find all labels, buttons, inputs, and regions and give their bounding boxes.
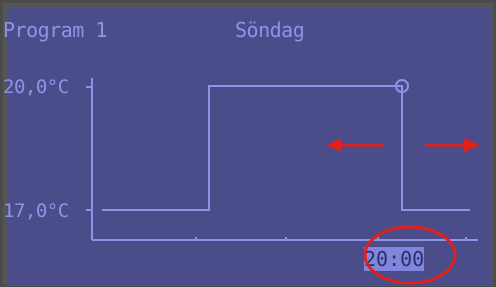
schedule-step-line bbox=[102, 85, 470, 211]
schedule-graph bbox=[86, 78, 480, 241]
arrow-left-icon bbox=[326, 138, 384, 152]
selected-time-value[interactable]: 20:00 bbox=[364, 247, 424, 271]
arrow-right-icon bbox=[425, 138, 480, 152]
